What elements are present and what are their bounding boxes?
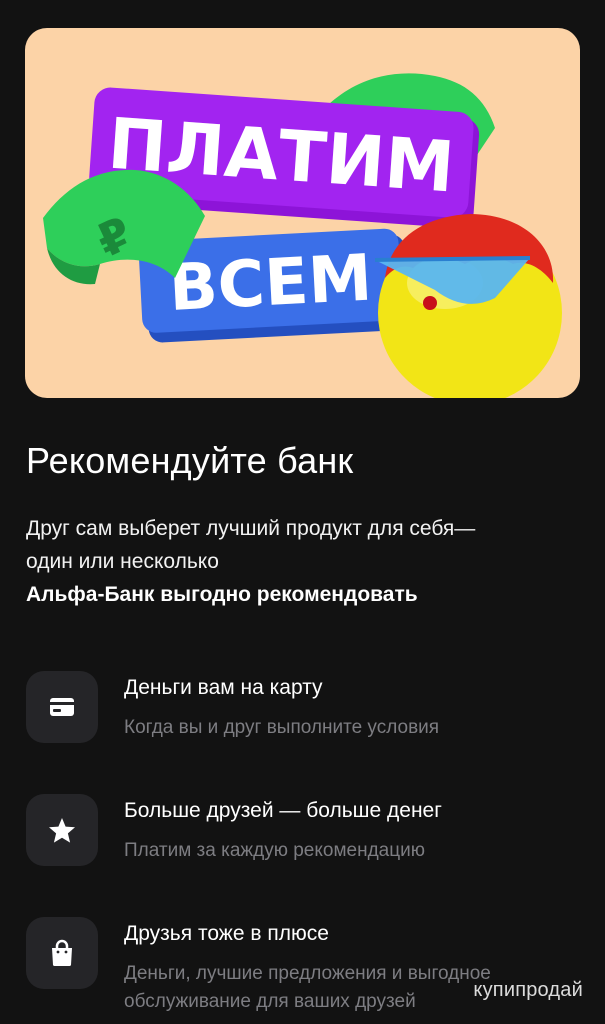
- feature-title: Деньги вам на карту: [124, 676, 323, 699]
- description-line-3: Альфа-Банк выгодно рекомендовать: [26, 583, 418, 606]
- promo-illustration: ₽ ПЛАТИМ ВСЕМ ₽: [43, 73, 562, 398]
- feature-title: Друзья тоже в плюсе: [124, 922, 329, 945]
- feature-icon-box: [26, 671, 98, 743]
- page-title: Рекомендуйте банк: [26, 440, 354, 481]
- feature-title: Больше друзей — больше денег: [124, 799, 442, 822]
- referral-screen: ₽ ПЛАТИМ ВСЕМ ₽: [0, 0, 605, 1024]
- description: Друг сам выберет лучший продукт для себя…: [26, 512, 586, 611]
- banner-line2: ВСЕМ: [167, 241, 374, 326]
- watermark: купипродай: [473, 979, 583, 1001]
- shopping-bag-icon: [52, 939, 72, 967]
- credit-card-icon: [50, 698, 74, 716]
- description-line-2: один или несколько: [26, 550, 219, 573]
- character-illustration: [374, 214, 562, 398]
- description-line-1: Друг сам выберет лучший продукт для себя…: [26, 517, 476, 540]
- feature-icon-box: [26, 794, 98, 866]
- feature-subtitle: Когда вы и друг выполните условия: [124, 717, 440, 738]
- feature-subtitle: Платим за каждую рекомендацию: [124, 840, 425, 861]
- promo-banner: ₽ ПЛАТИМ ВСЕМ ₽: [25, 28, 580, 398]
- star-icon: [49, 817, 75, 843]
- feature-icon-box: [26, 917, 98, 989]
